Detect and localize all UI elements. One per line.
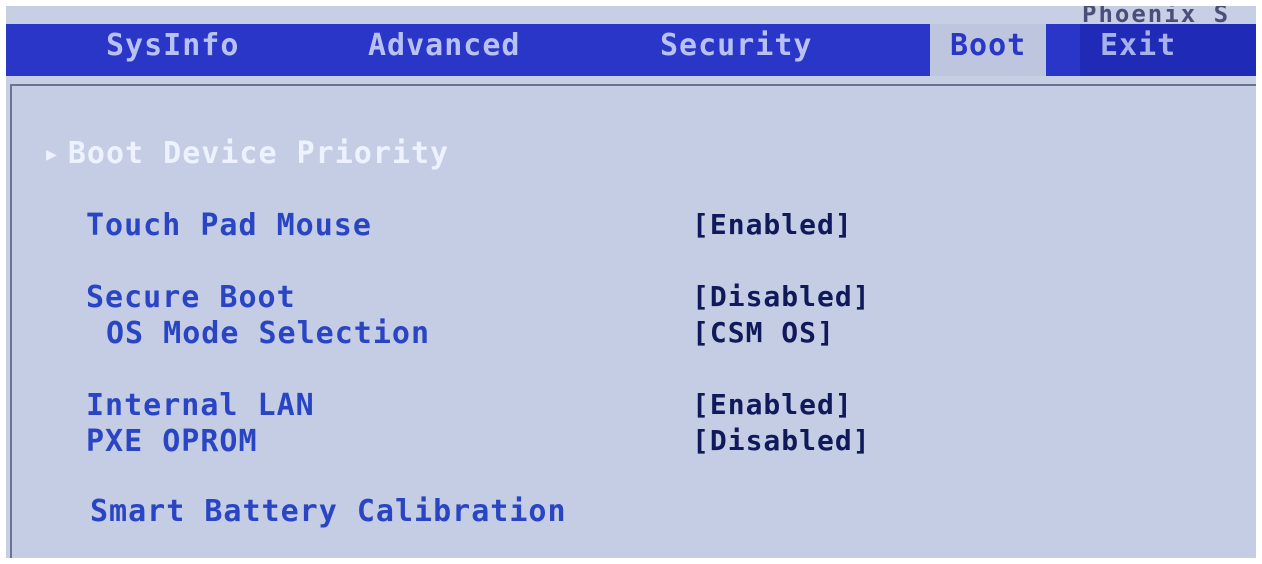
touch-pad-mouse-value[interactable]: [Enabled] [692,208,853,241]
triangle-right-icon: ▶ [46,144,58,165]
boot-device-priority-item[interactable]: ▶ Boot Device Priority [46,136,449,171]
tab-security[interactable]: Security [660,24,813,76]
menu-bar: SysInfo Advanced Security Boot Exit [6,24,1256,76]
boot-panel: ▶ Boot Device Priority Touch Pad Mouse [E… [10,84,1256,558]
tab-advanced[interactable]: Advanced [368,24,521,76]
pxe-oprom-label[interactable]: PXE OPROM [86,424,258,459]
boot-device-priority-label: Boot Device Priority [67,136,450,171]
touch-pad-mouse-label[interactable]: Touch Pad Mouse [86,208,372,243]
tab-boot[interactable]: Boot [930,24,1047,76]
internal-lan-value[interactable]: [Enabled] [692,388,853,421]
tab-sysinfo[interactable]: SysInfo [106,24,239,76]
os-mode-selection-label[interactable]: OS Mode Selection [106,316,430,351]
secure-boot-value[interactable]: [Disabled] [692,280,871,313]
smart-battery-calibration-item[interactable]: Smart Battery Calibration [90,494,567,529]
bios-screen: Phoenix S SysInfo Advanced Security Boot… [6,6,1256,558]
vendor-name: Phoenix S [1082,6,1256,28]
pxe-oprom-value[interactable]: [Disabled] [692,424,871,457]
secure-boot-label[interactable]: Secure Boot [86,280,296,315]
internal-lan-label[interactable]: Internal LAN [86,388,315,423]
tab-exit[interactable]: Exit [1080,24,1256,76]
os-mode-selection-value[interactable]: [CSM OS] [692,316,835,349]
